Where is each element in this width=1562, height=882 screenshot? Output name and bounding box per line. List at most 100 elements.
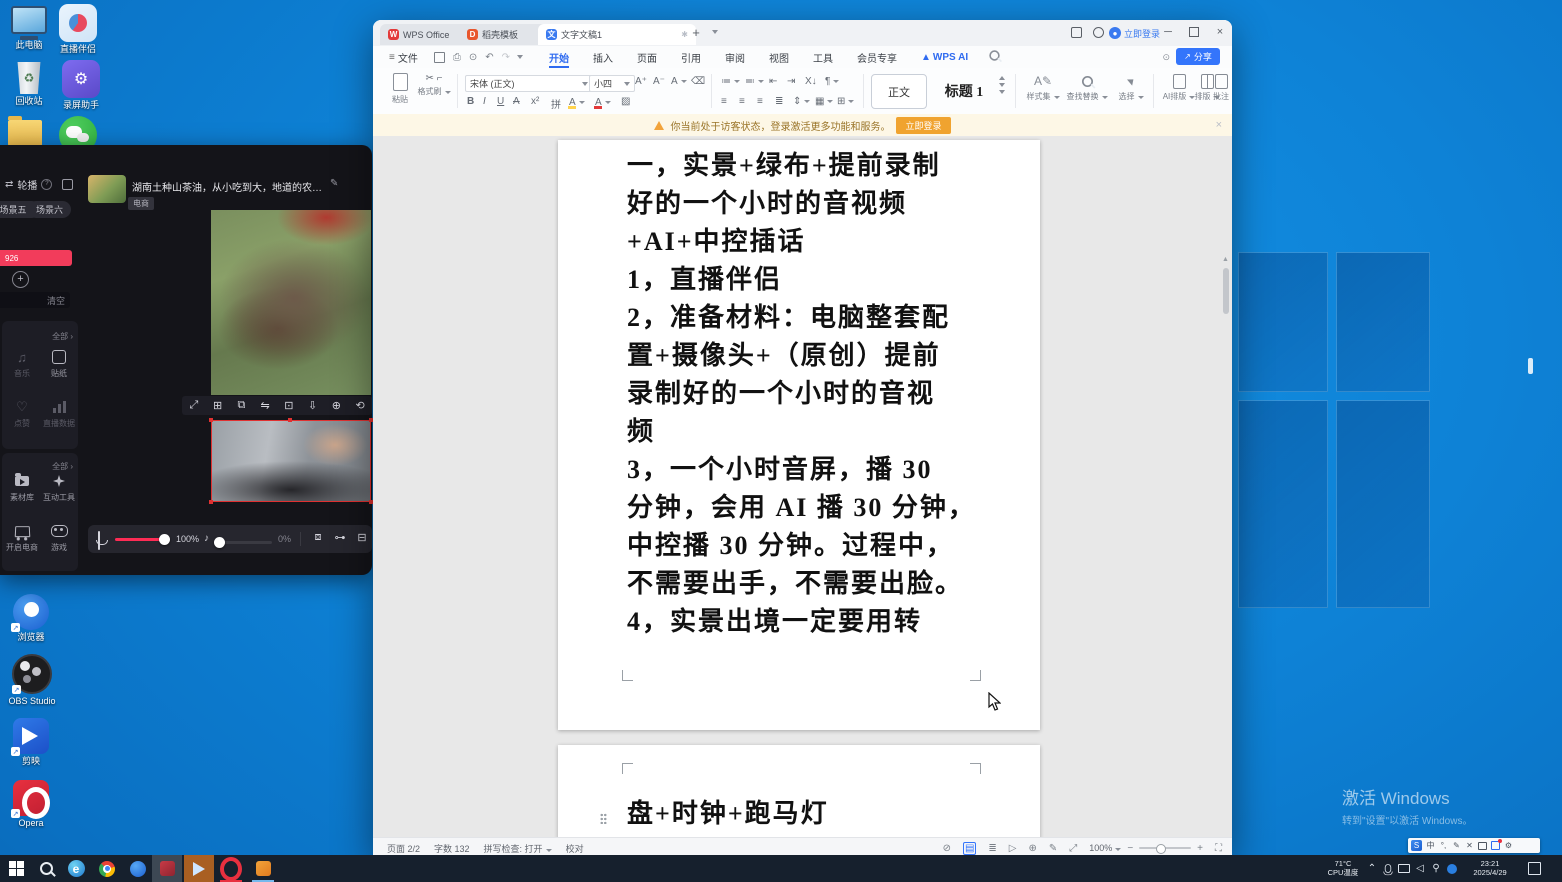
move-down-icon[interactable]: ⇩ [304,399,322,412]
decrease-font-icon[interactable]: A⁻ [653,76,665,87]
scene-tab-6[interactable]: 场景六 [28,201,71,218]
start-button[interactable] [2,855,30,882]
skin-icon[interactable] [1085,20,1111,44]
word-count[interactable]: 字数 132 [434,842,470,855]
tool-games[interactable]: 游戏 [42,523,76,553]
desktop-icon-folder[interactable] [8,120,50,146]
document-page-1[interactable]: 一，实景+绿布+提前录制 好的一个小时的音视频 +AI+中控插话 1，直播伴侣 … [558,140,1040,730]
zoom-in-button[interactable]: + [1197,843,1203,854]
cut-icon[interactable]: ✂ [425,74,433,84]
tool-like[interactable]: ♡ 点赞 [5,399,39,429]
taskbar-chrome[interactable] [93,855,121,882]
font-color-icon[interactable]: A [595,96,611,109]
tray-volume-icon[interactable]: ◁ [1412,855,1428,882]
panel1-more-link[interactable]: 全部 › [52,326,73,344]
redo-icon[interactable]: ↷ [502,52,510,63]
menu-file[interactable]: ≡文件 [387,46,420,68]
doc-line[interactable]: 一，实景+绿布+提前录制 [627,147,987,185]
document-page-2[interactable]: 盘+时钟+跑马灯 [558,745,1040,838]
live-cover-thumbnail[interactable] [88,175,126,203]
new-tab-button[interactable]: + [687,20,705,44]
format-painter-button[interactable]: ✂ ⌐ 格式刷 [417,73,451,97]
copy-icon[interactable]: ⧉ [232,399,250,412]
status-play-icon[interactable]: ▷ [1009,843,1017,854]
tab-list-button[interactable] [705,20,721,44]
doc-line[interactable]: 不需要出手，不需要出脸。 [627,565,987,603]
menu-page[interactable]: 页面 [635,46,659,68]
tray-hidden-icons[interactable]: ⌃ [1364,855,1380,882]
swap-icon[interactable]: ⇄ [5,179,13,190]
style-normal-chip[interactable]: 正文 [871,74,927,109]
tray-mic-icon[interactable] [1380,855,1396,882]
taskbar-app-orange[interactable] [248,855,278,882]
tool-material-library[interactable]: 素材库 [5,473,39,503]
scrollbar-thumb[interactable] [1223,268,1229,314]
selection-handle[interactable] [209,500,213,504]
undo-icon[interactable]: ↶ [485,52,493,63]
sort-icon[interactable]: X↓ [805,76,817,87]
screen-share-icon[interactable]: ⧈ [309,531,327,544]
desktop-icon-this-pc[interactable]: 此电脑 [6,6,52,51]
taskbar-browser2[interactable] [124,855,152,882]
clear-button[interactable]: 清空 [47,294,65,307]
crop-icon[interactable]: ⊡ [280,399,298,412]
indent-icon[interactable]: ⇥ [787,76,795,87]
fullscreen-button[interactable]: ⛶ [1215,843,1222,854]
tool-style-set[interactable]: A✎ 样式集 [1021,73,1065,102]
desktop-icon-obs[interactable]: ↗ OBS Studio [4,654,60,707]
text-effects-icon[interactable]: A [671,76,687,87]
notice-close-icon[interactable]: × [1216,119,1222,131]
zoom-out-button[interactable]: − [1127,843,1133,854]
speaker-volume-slider[interactable] [216,541,272,544]
show-marks-icon[interactable]: ¶ [825,76,839,87]
ime-cut-icon[interactable]: ✕ [1465,841,1474,850]
mic-volume-slider[interactable] [115,538,165,541]
flip-icon[interactable]: ⇋ [256,399,274,412]
doc-line[interactable]: 好的一个小时的音视频 [627,185,987,223]
save-icon[interactable] [434,52,445,63]
doc-line[interactable]: 盘+时钟+跑马灯 [627,795,829,833]
page-text-block[interactable]: 一，实景+绿布+提前录制 好的一个小时的音视频 +AI+中控插话 1，直播伴侣 … [627,147,987,641]
video-preview-outdoor[interactable] [211,210,371,395]
menu-review[interactable]: 审阅 [723,46,747,68]
taskbar-app-active[interactable] [184,855,214,882]
desktop-icon-live-companion[interactable]: 直播伴侣 [52,4,104,55]
tray-display-icon[interactable] [1396,855,1412,882]
superscript-icon[interactable]: x² [531,96,539,107]
menu-wps-ai[interactable]: ▲ WPS AI [919,46,970,68]
tool-select[interactable]: 选择 [1109,73,1153,102]
tab-document[interactable]: 文 文字文稿1 ✱ [538,24,696,45]
status-edit-icon[interactable]: ✎ [1049,843,1057,854]
proofread-button[interactable]: 校对 [566,842,584,855]
zoom-slider[interactable] [1139,847,1191,849]
align-center-icon[interactable]: ≡ [739,96,745,107]
bold-icon[interactable]: B [467,96,474,107]
record-icon[interactable]: ⊟ [353,531,371,544]
char-shading-icon[interactable]: ▨ [621,96,630,107]
underline-icon[interactable]: U [497,96,504,107]
doc-line[interactable]: 录制好的一个小时的音视 [627,375,987,413]
highlight-color-icon[interactable]: A [569,96,585,109]
history-caret[interactable] [517,55,523,59]
fullscreen-icon[interactable]: ⤢ [185,399,203,412]
print-icon[interactable]: ⎙ [453,52,461,63]
border-icon[interactable]: ⊞ [837,96,854,107]
menu-search-icon[interactable] [988,49,1001,65]
ime-settings-icon[interactable]: ⚙ [1504,841,1513,850]
font-name-select[interactable]: 宋体 (正文) [465,75,593,92]
zoom-slider-thumb[interactable] [1156,844,1166,854]
tray-cpu-temp[interactable]: 71°CCPU温度 [1322,855,1364,882]
login-entry[interactable]: ● 立即登录 [1109,25,1160,41]
desktop-icon-jianying[interactable]: ↗ 剪映 [6,718,56,767]
status-pageview-icon[interactable]: ▤ [963,842,976,855]
minimize-button[interactable]: ─ [1155,20,1181,44]
spellcheck-toggle[interactable]: 拼写检查: 打开 [484,842,552,855]
panel2-more-link[interactable]: 全部 › [52,456,73,474]
clear-format-icon[interactable]: ⌫ [691,76,705,87]
zoom-value[interactable]: 100% [1089,843,1121,853]
live-counter-bar[interactable]: 926 [0,250,72,266]
tool-comment[interactable]: 批注 [1211,73,1231,102]
ime-punctuation-icon[interactable]: °, [1439,841,1448,850]
paragraph-drag-handle[interactable] [600,813,607,824]
menu-view[interactable]: 视图 [767,46,791,68]
